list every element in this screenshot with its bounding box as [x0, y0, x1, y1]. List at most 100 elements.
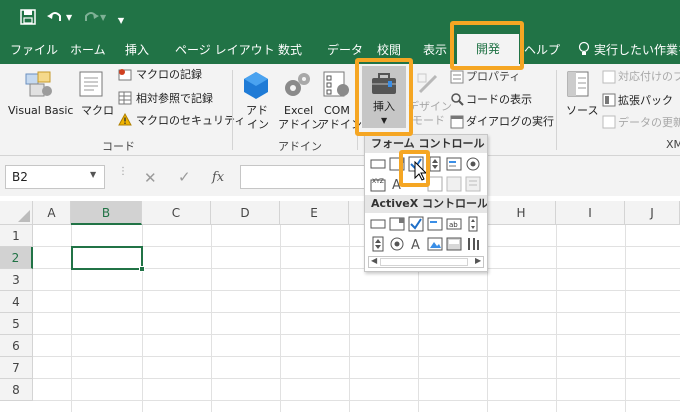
tab-view[interactable]: 表示 [423, 40, 447, 60]
view-code-icon [451, 93, 464, 106]
tab-file[interactable]: ファイル [10, 40, 58, 60]
scroll-right-icon[interactable]: ▶ [475, 256, 481, 265]
tab-data[interactable]: データ [327, 40, 363, 60]
refresh-data-icon [602, 115, 616, 129]
group-label-code: コード [102, 140, 135, 153]
gridline [556, 225, 557, 412]
fill-handle[interactable] [139, 266, 145, 272]
tab-formulas[interactable]: 数式 [278, 40, 302, 60]
gear-icon [285, 73, 310, 96]
svg-text:XYZ: XYZ [372, 178, 384, 185]
design-mode-icon [417, 73, 438, 94]
column-header[interactable]: A [33, 201, 71, 225]
record-macro-icon [118, 69, 132, 81]
gridline [33, 378, 680, 379]
record-macro-button[interactable]: マクロの記録 [136, 68, 202, 82]
group-separator [556, 70, 557, 150]
active-cell-b2[interactable] [71, 246, 143, 270]
undo-icon[interactable] [46, 9, 64, 25]
column-header[interactable]: E [280, 201, 349, 225]
activex-option-button-icon[interactable] [389, 236, 405, 252]
macro-security-button[interactable]: マクロのセキュリティ [136, 114, 245, 128]
name-box-dropdown-icon[interactable]: ▼ [90, 170, 96, 179]
tab-insert[interactable]: 挿入 [125, 40, 149, 60]
scrollbar-thumb[interactable] [380, 258, 468, 266]
expansion-pack-button[interactable]: 拡張パック [618, 94, 673, 108]
scroll-left-icon[interactable]: ◀ [371, 256, 377, 265]
activex-combo-box-icon[interactable] [389, 216, 405, 232]
group-box-icon[interactable]: XYZ [370, 176, 386, 192]
tell-me-input[interactable]: 実行したい作業を [594, 40, 680, 60]
map-properties-button[interactable]: 対応付けのプ [618, 70, 680, 84]
insert-function-icon[interactable]: fx [212, 170, 224, 185]
map-properties-icon [602, 70, 616, 84]
more-controls-icon[interactable] [465, 236, 481, 252]
excel-addins-button[interactable]: Excel [284, 104, 313, 118]
column-header[interactable]: B [71, 201, 142, 225]
tab-page-layout[interactable]: ページ レイアウト [175, 40, 275, 60]
row-header[interactable]: 6 [0, 335, 33, 357]
column-header[interactable]: H [487, 201, 556, 225]
visual-basic-button[interactable]: Visual Basic [8, 104, 73, 118]
activex-list-box-icon[interactable] [427, 216, 443, 232]
group-label-xml: XM [666, 138, 680, 151]
activex-scroll-bar-icon[interactable] [465, 216, 481, 232]
redo-icon[interactable] [82, 9, 100, 25]
save-icon[interactable] [20, 9, 36, 25]
gridline [280, 225, 281, 412]
gridline [33, 290, 680, 291]
undo-dropdown-icon[interactable]: ▼ [66, 9, 72, 27]
row-header[interactable]: 5 [0, 313, 33, 335]
activex-spin-button-icon[interactable] [370, 236, 386, 252]
enter-icon[interactable]: ✓ [178, 168, 191, 186]
excel-addins-button-line2: アドイン [278, 118, 322, 131]
tab-help[interactable]: ヘルプ [524, 40, 560, 60]
cancel-icon[interactable]: ✕ [144, 169, 157, 187]
row-header[interactable]: 3 [0, 269, 33, 291]
column-header[interactable]: D [211, 201, 280, 225]
activex-checkbox-icon[interactable] [408, 216, 424, 232]
row-header[interactable]: 1 [0, 225, 33, 247]
row-header[interactable]: 7 [0, 357, 33, 379]
expansion-pack-icon [602, 93, 616, 107]
activex-label-icon[interactable]: A [408, 236, 424, 252]
button-control-icon[interactable] [370, 156, 386, 172]
addins-button[interactable]: アド [246, 104, 268, 118]
formula-bar-splitter[interactable]: ⋮ [118, 167, 128, 177]
design-mode-button[interactable]: デザイン [408, 100, 452, 114]
refresh-data-button[interactable]: データの更新 [618, 116, 680, 130]
macros-button[interactable]: マクロ [81, 104, 114, 118]
formula-input[interactable] [240, 165, 370, 189]
gridline [33, 356, 680, 357]
run-dialog-icon [450, 115, 464, 129]
redo-dropdown-icon: ▼ [100, 13, 107, 22]
tab-review[interactable]: 校閲 [377, 40, 401, 60]
column-header[interactable]: J [625, 201, 680, 225]
view-code-button[interactable]: コードの表示 [466, 93, 532, 107]
highlight-checkbox-control [399, 150, 430, 187]
properties-button[interactable]: プロパティ [466, 70, 520, 84]
tab-home[interactable]: ホーム [70, 40, 106, 60]
com-addins-button[interactable]: COM [324, 104, 350, 118]
list-box-icon[interactable] [446, 156, 462, 172]
relative-reference-button[interactable]: 相対参照で記録 [136, 92, 213, 106]
column-header[interactable]: I [556, 201, 625, 225]
activex-text-box-icon[interactable]: ab [446, 216, 462, 232]
activex-toggle-button-icon[interactable] [446, 236, 462, 252]
row-header[interactable]: 4 [0, 291, 33, 313]
column-header[interactable]: C [142, 201, 211, 225]
xml-source-button[interactable]: ソース [566, 104, 598, 118]
combo-list-icon [465, 176, 481, 192]
option-button-icon[interactable] [465, 156, 481, 172]
activex-button-icon[interactable] [370, 216, 386, 232]
gridline [625, 225, 626, 412]
properties-icon [450, 70, 464, 84]
customize-qat-arrow-icon[interactable]: ▼ [118, 12, 124, 30]
addins-button-line2: イン [247, 118, 269, 131]
run-dialog-button[interactable]: ダイアログの実行 [466, 115, 554, 129]
row-header[interactable]: 2 [0, 247, 33, 269]
gridline [349, 225, 350, 412]
activex-image-icon[interactable] [427, 236, 443, 252]
row-header[interactable]: 8 [0, 379, 33, 401]
macro-icon [79, 71, 103, 97]
